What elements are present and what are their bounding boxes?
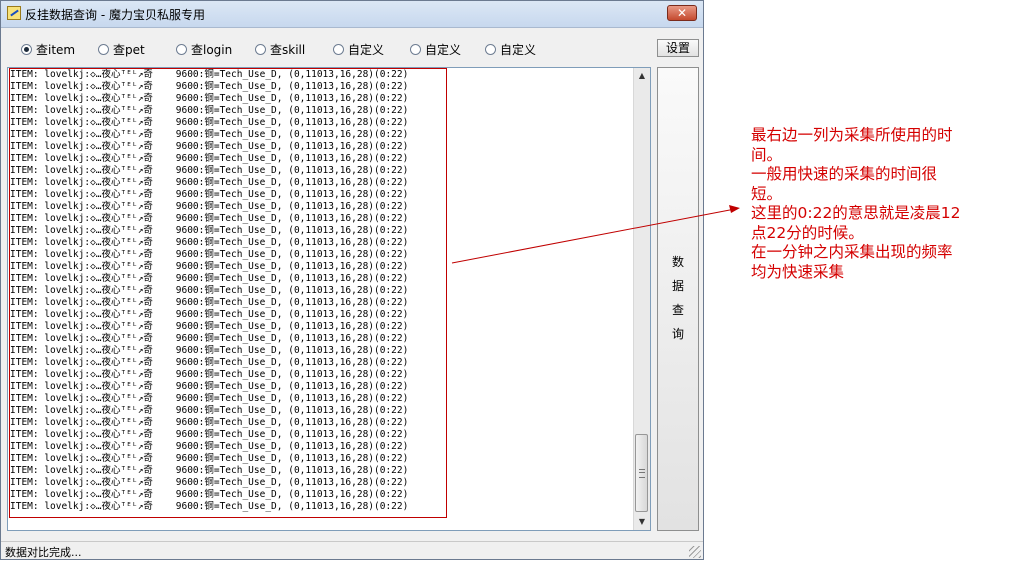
note-line: 均为快速采集 <box>751 262 845 281</box>
note-line: 在一分钟之内采集出现的频率 <box>751 243 953 261</box>
arrow-head-icon <box>729 205 740 213</box>
note-line: 最右边一列为采集所使用的时 <box>751 126 953 144</box>
note-line: 间。 <box>751 145 783 164</box>
note-line: 点22分的时候。 <box>751 223 864 242</box>
note-line: 一般用快速的采集的时间很 <box>751 165 938 183</box>
note-line: 短。 <box>751 184 783 203</box>
annotation-note: 最右边一列为采集所使用的时 间。 一般用快速的采集的时间很 短。 这里的0:22… <box>751 126 1021 282</box>
note-line: 这里的0:22的意思就是凌晨12 <box>751 204 961 222</box>
arrow-line <box>451 208 736 264</box>
